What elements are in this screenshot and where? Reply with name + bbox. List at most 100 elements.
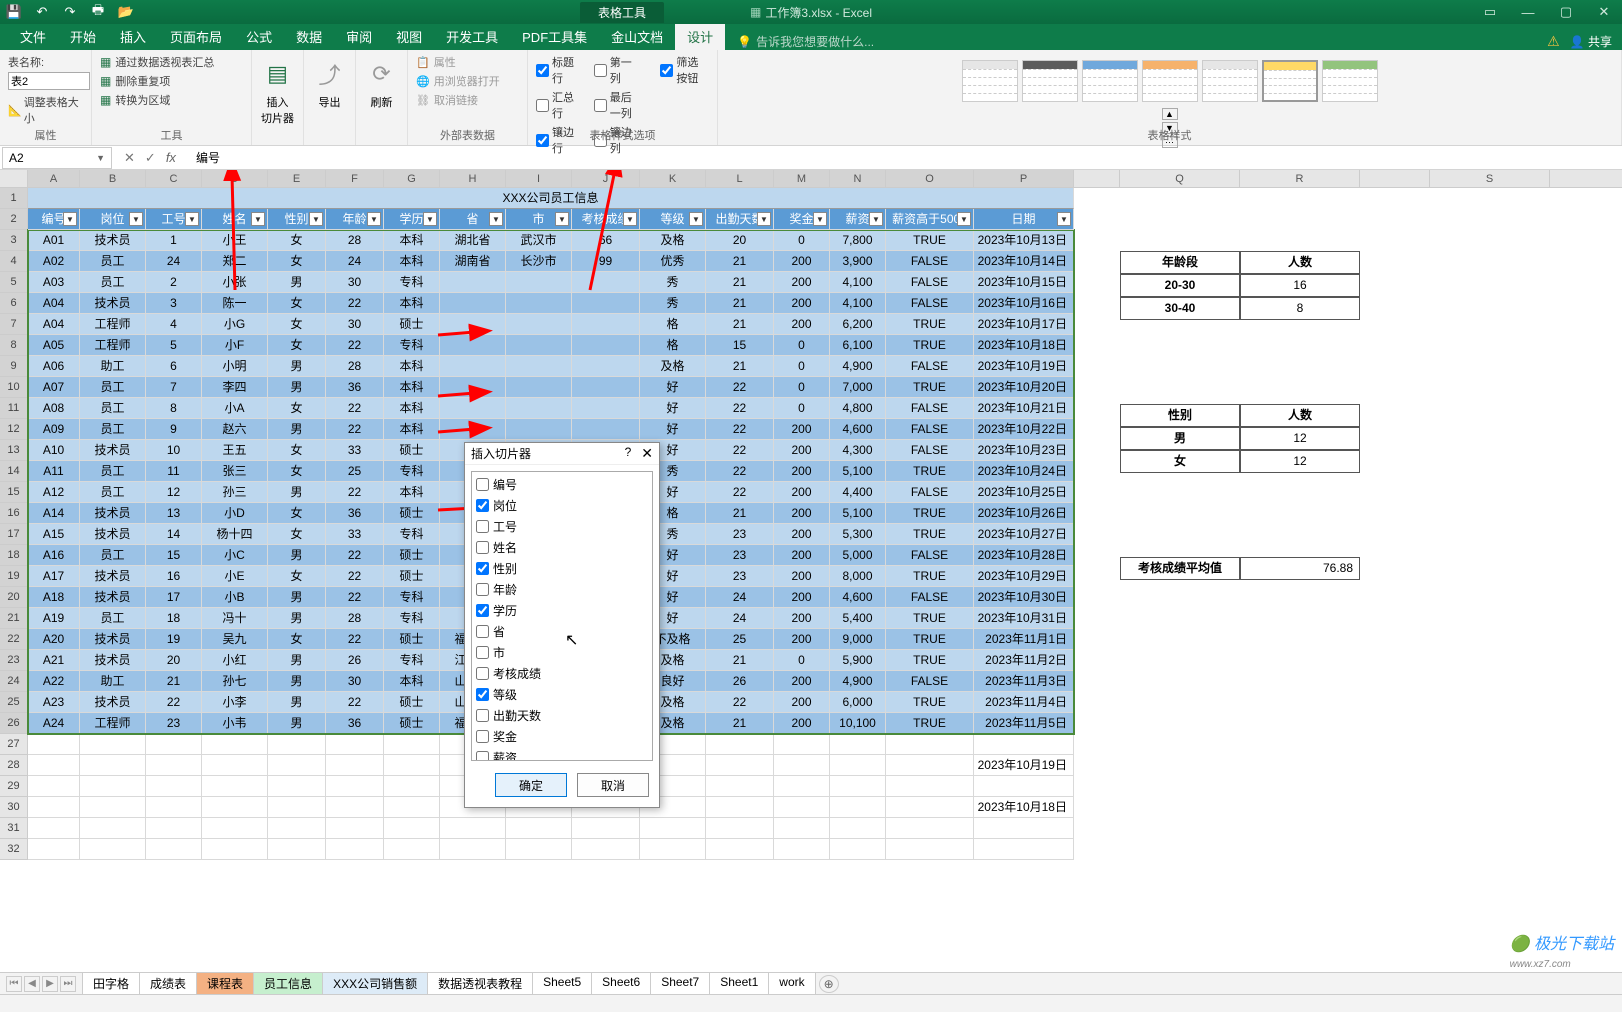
table-header-cell[interactable]: 学历▼ [384, 209, 440, 230]
table-cell[interactable]: 专科 [384, 587, 440, 608]
table-cell[interactable] [440, 398, 506, 419]
table-cell[interactable]: 28 [326, 356, 384, 377]
filter-dropdown-icon[interactable]: ▼ [757, 212, 771, 226]
table-cell[interactable]: 王五 [202, 440, 268, 461]
col-header[interactable]: L [706, 170, 774, 187]
table-cell[interactable]: 本科 [384, 377, 440, 398]
table-cell[interactable]: 200 [774, 503, 830, 524]
table-cell[interactable]: A17 [28, 566, 80, 587]
slicer-field-row[interactable]: 学历 [474, 600, 650, 621]
table-cell[interactable]: TRUE [886, 608, 974, 629]
slicer-field-row[interactable]: 编号 [474, 474, 650, 495]
table-cell[interactable] [506, 272, 572, 293]
table-cell[interactable]: A12 [28, 482, 80, 503]
ribbon-tab[interactable]: 开始 [58, 23, 108, 50]
table-cell[interactable]: 小红 [202, 650, 268, 671]
table-cell[interactable]: 女 [268, 230, 326, 251]
table-cell[interactable]: 员工 [80, 461, 146, 482]
table-cell[interactable] [572, 272, 640, 293]
table-cell[interactable]: 5,100 [830, 461, 886, 482]
table-cell[interactable]: 0 [774, 650, 830, 671]
table-cell[interactable]: 本科 [384, 356, 440, 377]
table-style-thumb[interactable] [1262, 60, 1318, 102]
table-cell[interactable]: 1 [146, 230, 202, 251]
table-cell[interactable]: 200 [774, 440, 830, 461]
table-cell[interactable]: 员工 [80, 272, 146, 293]
row-header[interactable]: 15 [0, 482, 28, 503]
table-cell[interactable]: 9 [146, 419, 202, 440]
slicer-field-row[interactable]: 考核成绩 [474, 663, 650, 684]
table-cell[interactable]: 22 [326, 545, 384, 566]
ribbon-tab[interactable]: 金山文档 [599, 23, 675, 50]
table-cell[interactable]: 2023年10月16日 [974, 293, 1074, 314]
col-header[interactable]: D [202, 170, 268, 187]
table-cell[interactable]: 男 [268, 713, 326, 734]
maximize-icon[interactable]: ▢ [1548, 0, 1584, 24]
table-cell[interactable]: 员工 [80, 482, 146, 503]
opt-header-row[interactable]: 标题行 [536, 54, 576, 86]
table-cell[interactable]: 女 [268, 629, 326, 650]
table-cell[interactable]: 湖北省 [440, 230, 506, 251]
table-cell[interactable]: 2023年10月20日 [974, 377, 1074, 398]
table-cell[interactable]: A04 [28, 314, 80, 335]
table-cell[interactable]: 小明 [202, 356, 268, 377]
table-cell[interactable]: 23 [706, 566, 774, 587]
table-cell[interactable]: 33 [326, 440, 384, 461]
table-cell[interactable]: 15 [706, 335, 774, 356]
filter-dropdown-icon[interactable]: ▼ [309, 212, 323, 226]
row-header[interactable]: 32 [0, 839, 28, 860]
row-header[interactable]: 10 [0, 377, 28, 398]
table-cell[interactable]: TRUE [886, 629, 974, 650]
insert-slicer-button[interactable]: ▤ 插入切片器 [252, 50, 304, 145]
row-headers[interactable]: 1234567891011121314151617181920212223242… [0, 188, 28, 860]
opt-last-col[interactable]: 最后一列 [594, 89, 643, 121]
filter-dropdown-icon[interactable]: ▼ [63, 212, 77, 226]
table-cell[interactable]: 吴九 [202, 629, 268, 650]
convert-to-range-button[interactable]: 转换为区域 [100, 92, 243, 108]
row-header[interactable]: 30 [0, 797, 28, 818]
table-cell[interactable]: 小韦 [202, 713, 268, 734]
worksheet-area[interactable]: ABCDEFGHIJKLMNOPQRS 12345678910111213141… [0, 170, 1622, 1012]
table-cell[interactable]: A20 [28, 629, 80, 650]
table-cell[interactable]: 技术员 [80, 692, 146, 713]
table-cell[interactable]: 200 [774, 566, 830, 587]
table-cell[interactable]: 2023年10月27日 [974, 524, 1074, 545]
table-cell[interactable] [440, 377, 506, 398]
table-cell[interactable]: 小G [202, 314, 268, 335]
table-cell[interactable]: FALSE [886, 419, 974, 440]
table-cell[interactable]: A05 [28, 335, 80, 356]
table-cell[interactable]: 2023年10月22日 [974, 419, 1074, 440]
table-cell[interactable]: TRUE [886, 692, 974, 713]
table-cell[interactable]: 15 [146, 545, 202, 566]
table-cell[interactable]: 2023年10月17日 [974, 314, 1074, 335]
table-cell[interactable]: TRUE [886, 335, 974, 356]
table-cell[interactable]: TRUE [886, 650, 974, 671]
table-cell[interactable]: 女 [268, 503, 326, 524]
table-cell[interactable]: 22 [326, 629, 384, 650]
table-cell[interactable]: A06 [28, 356, 80, 377]
table-cell[interactable]: 好 [640, 377, 706, 398]
slicer-field-row[interactable]: 岗位 [474, 495, 650, 516]
table-cell[interactable]: 2 [146, 272, 202, 293]
table-cell[interactable]: 200 [774, 545, 830, 566]
table-cell[interactable]: 200 [774, 314, 830, 335]
table-cell[interactable]: A19 [28, 608, 80, 629]
table-cell[interactable]: 2023年10月23日 [974, 440, 1074, 461]
table-cell[interactable]: 2023年11月1日 [974, 629, 1074, 650]
table-cell[interactable]: 硕士 [384, 440, 440, 461]
table-cell[interactable]: 2023年10月26日 [974, 503, 1074, 524]
row-header[interactable]: 8 [0, 335, 28, 356]
filter-dropdown-icon[interactable]: ▼ [957, 212, 971, 226]
table-cell[interactable]: 小A [202, 398, 268, 419]
table-cell[interactable]: 23 [706, 524, 774, 545]
filter-dropdown-icon[interactable]: ▼ [1057, 212, 1071, 226]
name-box[interactable]: A2▼ [2, 147, 112, 169]
row-header[interactable]: 14 [0, 461, 28, 482]
table-cell[interactable]: 2023年10月21日 [974, 398, 1074, 419]
table-cell[interactable]: 员工 [80, 377, 146, 398]
slicer-field-row[interactable]: 奖金 [474, 726, 650, 747]
table-cell[interactable]: 8 [146, 398, 202, 419]
table-cell[interactable]: 21 [706, 713, 774, 734]
table-cell[interactable]: A14 [28, 503, 80, 524]
close-icon[interactable]: ✕ [1586, 0, 1622, 24]
